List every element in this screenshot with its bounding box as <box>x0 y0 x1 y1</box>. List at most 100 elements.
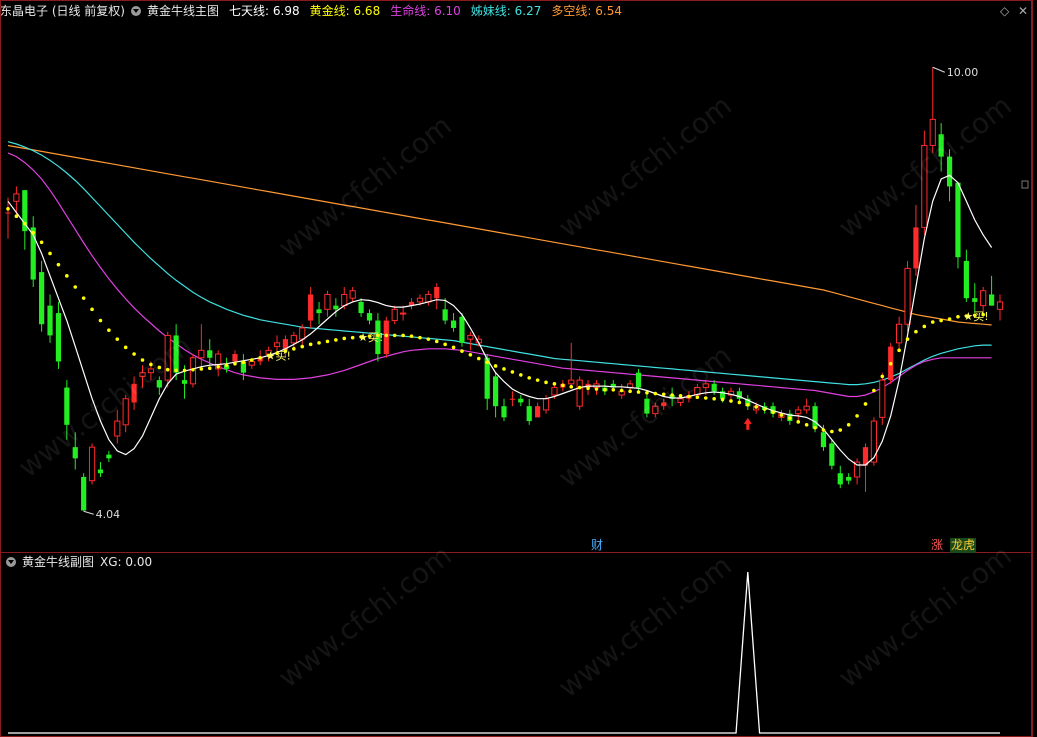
gold-dot <box>544 380 548 385</box>
candle-body <box>913 227 919 269</box>
gold-dot <box>569 385 574 389</box>
candle-body <box>576 379 583 407</box>
gold-dot <box>519 373 523 377</box>
gold-dot <box>888 361 893 366</box>
candle-body <box>106 454 112 459</box>
gold-dot <box>956 314 960 319</box>
candle-body <box>551 387 558 396</box>
gold-dot <box>39 240 44 245</box>
gold-dot <box>561 383 565 388</box>
gold-dot <box>334 338 338 342</box>
gold-dot <box>426 337 431 341</box>
candle-body <box>358 301 364 314</box>
gold-dot <box>350 335 355 340</box>
candle-body <box>501 406 507 418</box>
gold-dot <box>451 345 456 350</box>
gold-dot <box>115 337 120 341</box>
gold-dot <box>535 378 540 382</box>
gold-dot <box>880 374 885 379</box>
high-marker <box>932 66 945 73</box>
candle-body <box>232 354 238 362</box>
gold-dot <box>418 335 422 340</box>
gold-dot <box>855 414 859 418</box>
candle-body <box>13 193 20 202</box>
gold-dot <box>830 429 834 434</box>
gold-dot <box>577 385 582 390</box>
gold-dot <box>603 388 607 392</box>
candle-body <box>812 406 818 429</box>
up-arrow-icon <box>743 417 752 430</box>
gold-dot <box>947 317 952 321</box>
candle-body <box>97 469 104 474</box>
candle-body <box>425 293 432 303</box>
candle-body <box>434 287 440 299</box>
gold-dot <box>258 355 263 360</box>
gold-dot <box>73 285 78 289</box>
gold-dot <box>48 251 52 256</box>
gold-dot <box>191 367 195 372</box>
candle-body <box>518 398 524 403</box>
gold-dot <box>216 364 220 369</box>
gold-dot <box>510 370 515 374</box>
gold-dot <box>788 416 792 420</box>
gold-dot <box>914 329 918 334</box>
gold-dot <box>586 386 590 391</box>
candle-body <box>568 379 575 385</box>
candle-body <box>416 297 424 303</box>
gold-dot <box>863 402 868 406</box>
limit-up-tag[interactable]: 涨 <box>930 538 944 553</box>
candle-body <box>467 334 474 340</box>
gold-dot <box>132 352 136 356</box>
gold-dot <box>527 376 532 380</box>
finance-tag[interactable]: 财 <box>590 538 604 553</box>
gold-dot <box>872 388 876 393</box>
gold-dot <box>392 333 397 338</box>
candle-body <box>459 316 465 343</box>
candle-body <box>273 342 281 348</box>
candle-body <box>248 360 255 366</box>
gold-dot <box>594 387 599 391</box>
candle-body <box>81 476 87 511</box>
candle-body <box>383 320 389 355</box>
candle-body <box>535 406 541 418</box>
candle-body <box>299 327 306 340</box>
gold-dot <box>838 428 843 432</box>
candle-body <box>711 383 717 392</box>
gold-dot <box>729 399 733 403</box>
gold-dot <box>771 410 775 414</box>
gold-dot <box>930 320 935 324</box>
gold-dot <box>65 274 69 278</box>
candle-body <box>39 272 45 325</box>
gold-dot <box>720 397 725 402</box>
gold-dot <box>90 307 94 312</box>
gold-dot <box>619 388 624 393</box>
gold-dot <box>552 382 557 386</box>
gold-dot <box>502 367 506 371</box>
candle-body <box>400 312 407 315</box>
gold-dot <box>703 396 708 400</box>
gold-dot <box>342 336 347 341</box>
gold-dot <box>434 339 439 344</box>
candle-body <box>795 409 802 415</box>
gold-dot <box>737 400 742 405</box>
longshort-line <box>7 144 992 326</box>
candle-body <box>114 420 121 437</box>
gold-dot <box>241 360 246 365</box>
gold-dot <box>745 402 750 407</box>
candle-body <box>879 379 886 418</box>
candle-body <box>635 372 642 388</box>
gold-dot <box>493 364 498 368</box>
gold-dot <box>804 423 809 427</box>
gold-dot <box>409 334 414 338</box>
gold-dot <box>846 423 851 427</box>
candle-body <box>391 308 398 322</box>
gold-dot <box>796 420 801 424</box>
candle-body <box>972 298 978 302</box>
gold-dot <box>628 389 632 394</box>
candle-body <box>963 260 969 299</box>
dragon-tiger-tag[interactable]: 龙虎 <box>950 538 977 553</box>
gold-dot <box>292 347 296 351</box>
candle-body <box>988 294 995 306</box>
candle-body <box>904 267 911 325</box>
gold-dot <box>762 407 767 411</box>
